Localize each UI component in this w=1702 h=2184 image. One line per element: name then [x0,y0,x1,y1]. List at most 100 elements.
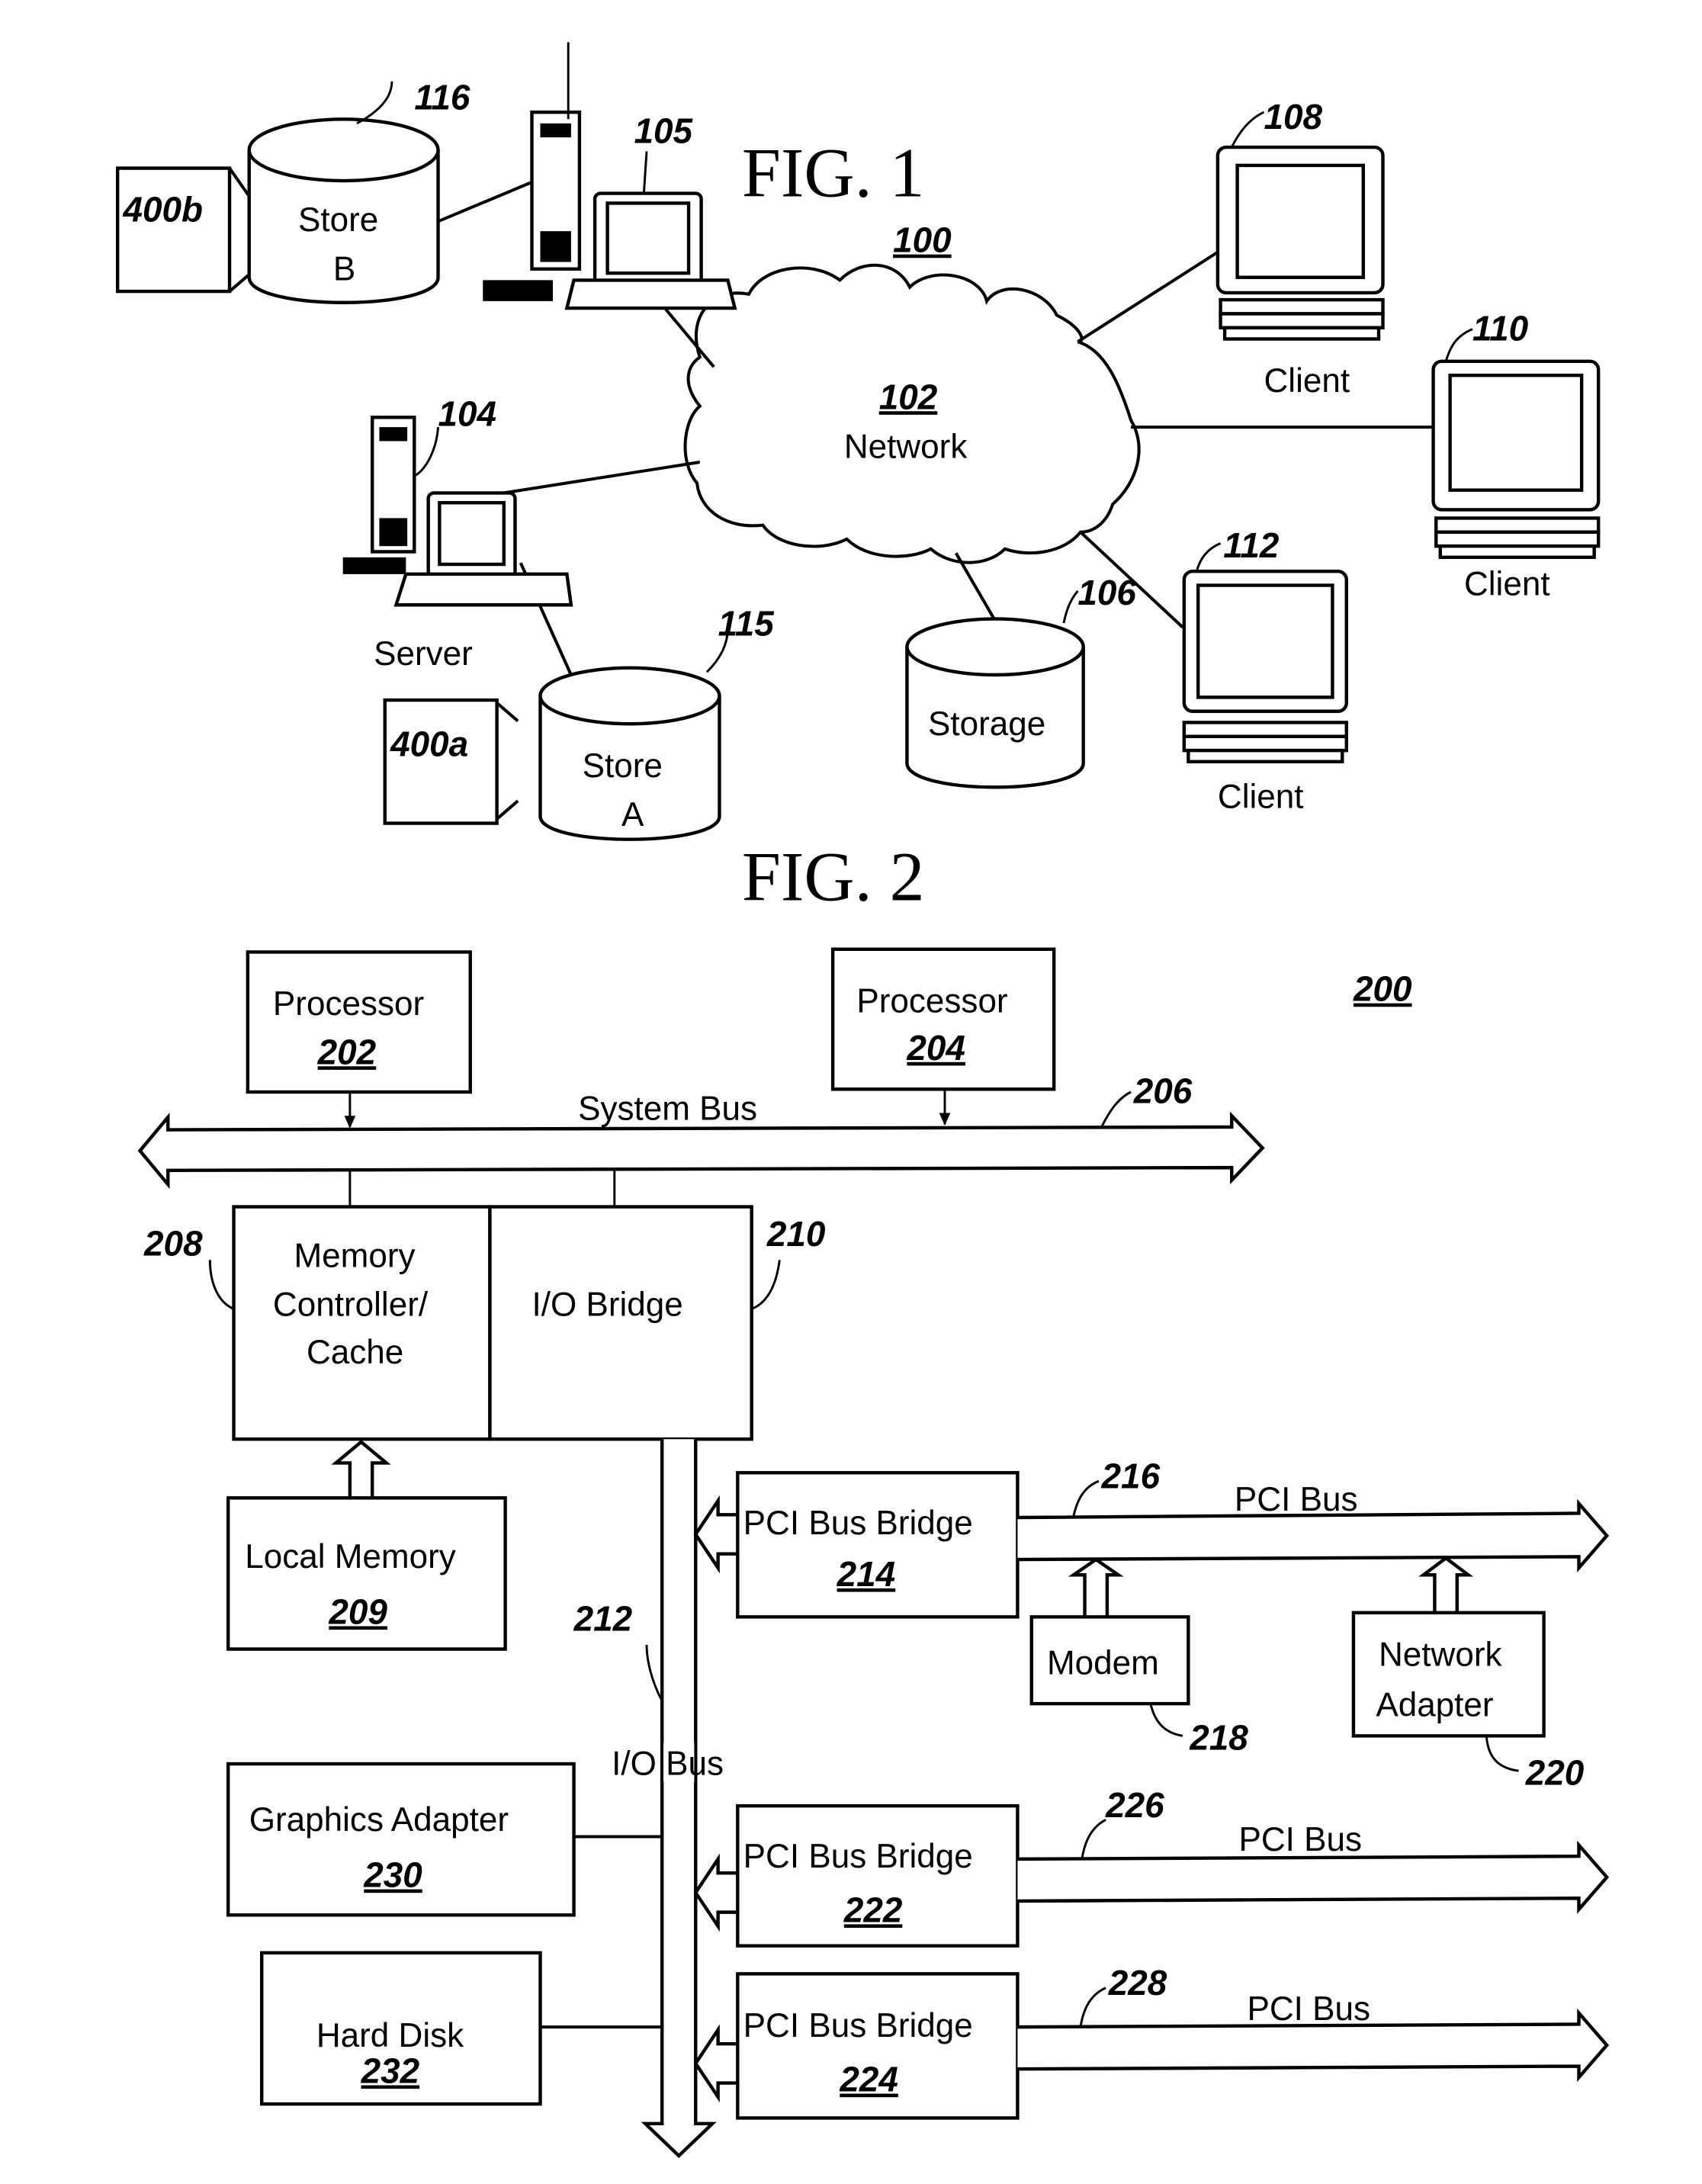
pci-bridge-214-label: PCI Bus Bridge [743,1505,973,1542]
client-112-label: Client [1218,778,1304,815]
processor-202: Processor 202 [246,950,472,1129]
leader-line [642,151,648,194]
network-adapter-line1: Network [1379,1636,1503,1674]
leader-line [208,1260,235,1310]
client-108-ref: 108 [1264,97,1322,136]
leader-line [1444,328,1473,362]
leader-line [1100,1090,1132,1128]
keyboard-row [1182,734,1348,753]
monitor-screen [605,201,691,275]
arrow-head [344,1116,356,1129]
io-bus: I/O Bus 212 [573,1439,724,2159]
network-adapter-ref: 220 [1525,1753,1585,1793]
keyboard-icon [393,572,573,607]
server-label: Server [374,635,473,673]
storage-ref: 106 [1077,573,1136,612]
leader-line [1079,1986,1106,2028]
memory-controller-line1: Memory [294,1237,415,1274]
hard-disk-label: Hard Disk [316,2017,464,2054]
workstation-105: 105 [483,42,737,310]
pci-bridge-222-label: PCI Bus Bridge [743,1838,973,1875]
pci-bridge-214: PCI Bus Bridge 214 PCI Bus 216 [693,1456,1610,1619]
client-108: 108 Client [1215,97,1385,400]
tower-detail [540,123,571,138]
client-110-label: Client [1464,565,1550,602]
pci-bridge-224-label: PCI Bus Bridge [743,2007,973,2044]
network-adapter-line2: Adapter [1376,1687,1493,1724]
modem-label: Modem [1047,1645,1159,1682]
pci-bridge-222: PCI Bus Bridge 222 PCI Bus 226 [693,1785,1610,1948]
processor-202-ref: 202 [317,1032,377,1071]
client-110-ref: 110 [1472,308,1529,348]
modem-arrow [1068,1557,1124,1617]
pci-bus-228-ref: 228 [1108,1963,1167,2003]
network-ref: 102 [879,377,938,416]
pci-bridge-214-ref: 214 [837,1554,896,1594]
pci-bridge-214-box [736,1471,1020,1619]
server-ref: 104 [438,393,497,433]
store-a-line2: A [621,796,644,833]
keyboard-icon [1182,721,1348,738]
leader-line [1072,1479,1100,1517]
local-memory-arrow [331,1440,391,1498]
module-400b-box [115,166,232,294]
pci-bus-228-label: PCI Bus [1247,1990,1370,2028]
client-108-label: Client [1264,362,1350,400]
memory-controller-line2: Controller/ [273,1286,429,1324]
arrow-head [939,1113,951,1126]
leader-line [1485,1736,1519,1772]
modem: Modem 218 [1029,1557,1248,1758]
processor-204: Processor 204 [830,947,1056,1126]
pci-bus-216-label: PCI Bus [1235,1481,1358,1518]
link-server-network [503,461,701,495]
figure-2: FIG. 2 200 Processor 202 Processor 204 S… [137,838,1610,2159]
graphics-adapter-label: Graphics Adapter [249,1801,509,1839]
leader-line [1149,1703,1183,1737]
connector-line [228,167,251,198]
keyboard-row [1434,530,1601,548]
keyboard-row [1219,312,1385,330]
link-storeb-workstation [437,181,533,223]
system-bus-ref: 206 [1133,1071,1193,1111]
processor-202-label: Processor [273,985,424,1023]
network-adapter: Network Adapter 220 [1351,1556,1585,1793]
monitor-screen [1235,163,1366,279]
tower-detail [379,518,408,547]
local-memory-ref: 209 [328,1591,387,1631]
storage-cylinder-top [905,617,1085,677]
system-bus-label: System Bus [578,1090,757,1128]
network-cloud: 102 Network [683,263,1141,564]
keyboard-row [1187,748,1344,764]
io-bus-label: I/O Bus [612,1746,724,1783]
store-b-ref: 116 [414,77,470,117]
store-b: 400b Store B 116 [115,77,470,304]
pci-bridge-222-ref: 222 [843,1890,903,1929]
store-b-cylinder-top [247,117,440,183]
monitor-screen [1196,583,1334,699]
keyboard-row [1438,544,1596,560]
connector-line [496,799,519,821]
leader-line [1081,1819,1106,1860]
server-104: 104 Server [342,393,573,673]
link-workstation-network [663,307,715,368]
hard-disk: Hard Disk 232 [260,1951,663,2106]
memory-controller-cache: Memory Controller/ Cache 208 [143,1205,492,1441]
fig1-title: FIG. 1 [742,133,925,211]
keyboard-row [1222,326,1381,341]
io-bus-ref: 212 [573,1599,633,1639]
leader-line [645,1645,663,1702]
storage-106: Storage 106 [905,573,1136,789]
processor-204-ref: 204 [906,1028,965,1068]
fig2-title: FIG. 2 [742,838,925,916]
network-adapter-arrow [1418,1556,1474,1613]
cable-detail [342,557,406,574]
tower-detail [379,427,408,442]
memory-controller-line3: Cache [307,1334,403,1371]
pci-bridge-224: PCI Bus Bridge 224 PCI Bus 228 [693,1963,1610,2120]
bridge-arrow [693,1495,738,1574]
pci-bus-216-ref: 216 [1101,1456,1161,1495]
hard-disk-ref: 232 [361,2051,420,2091]
store-a-cylinder-top [538,666,721,726]
io-bridge-ref: 210 [766,1214,826,1254]
connector-line [496,702,519,723]
